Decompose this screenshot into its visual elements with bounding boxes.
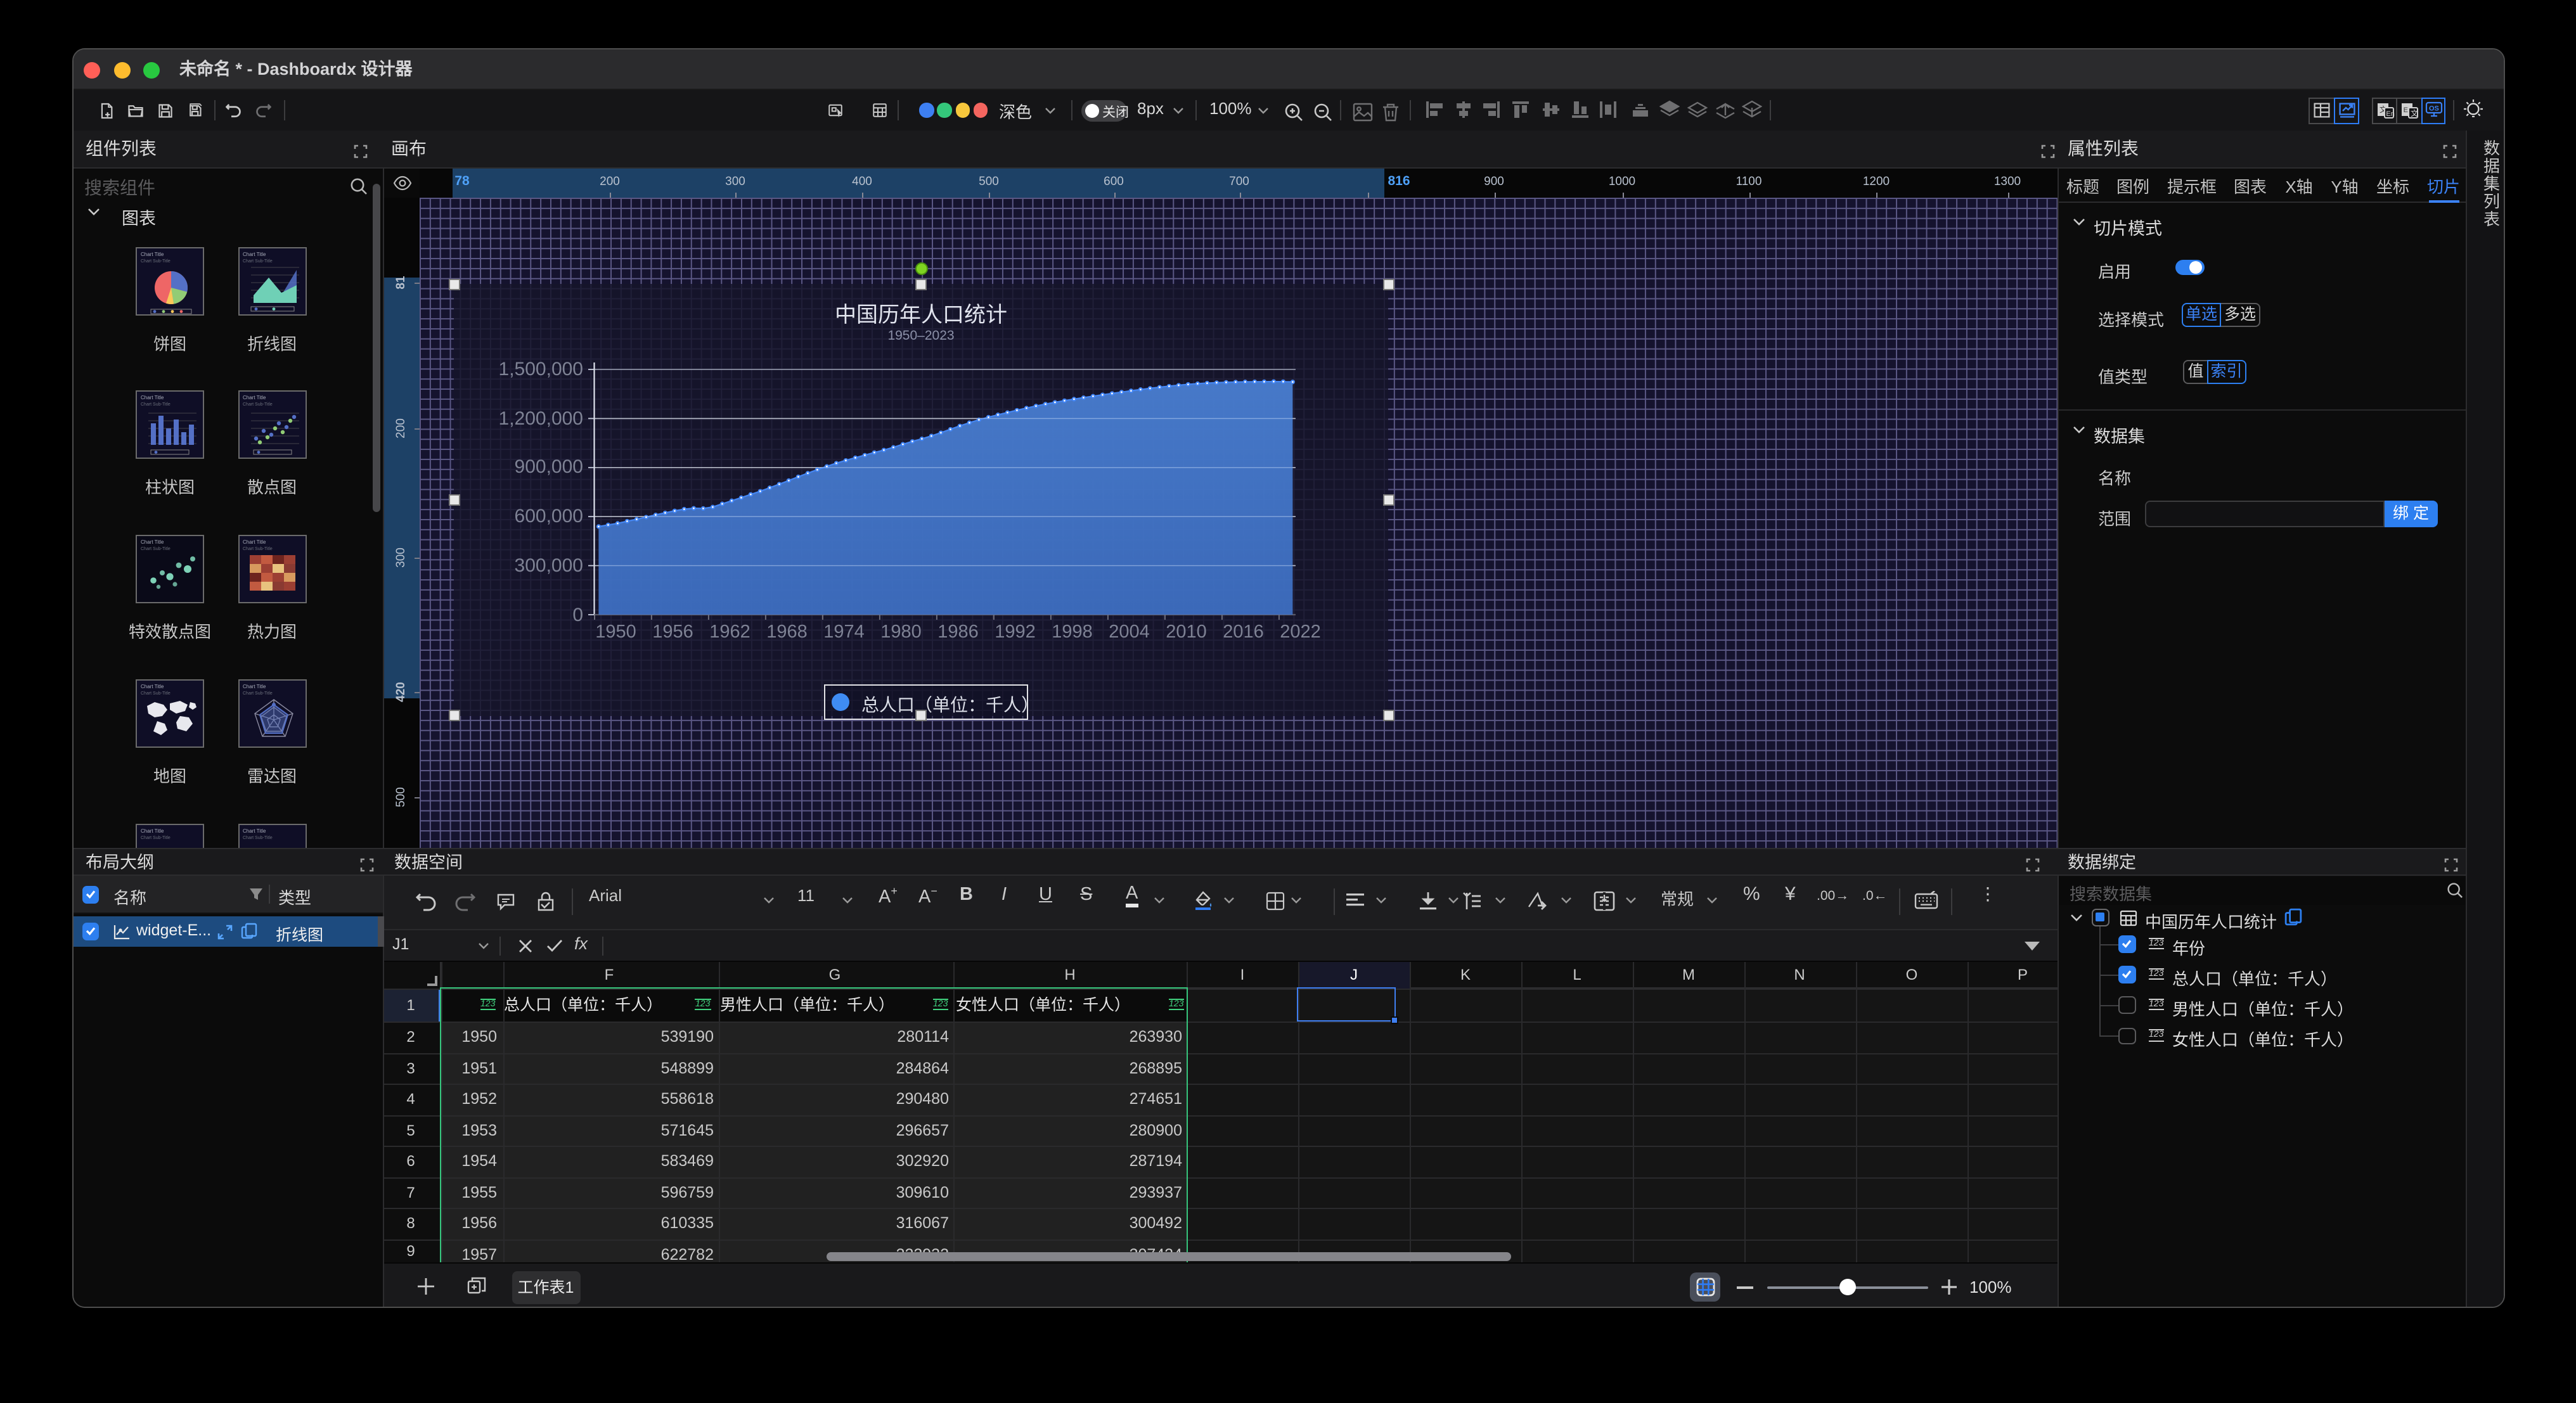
svg-text:En: En — [2385, 110, 2393, 117]
svg-text:文: 文 — [2411, 108, 2418, 117]
svg-text:OS: OS — [2428, 105, 2438, 112]
